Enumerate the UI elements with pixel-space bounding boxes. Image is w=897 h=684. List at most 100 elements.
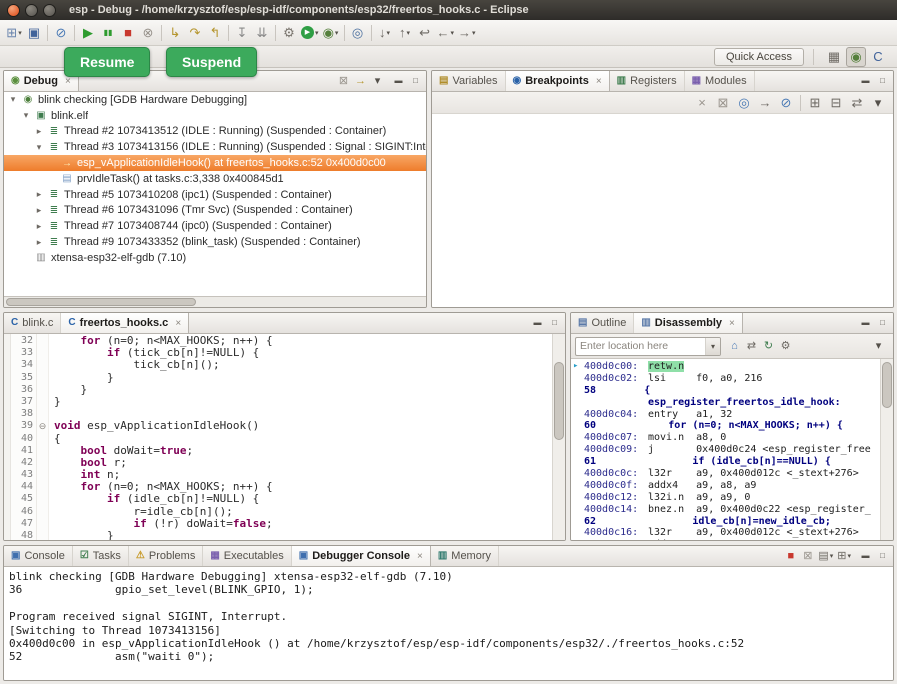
- use-step-filters-icon[interactable]: →: [352, 72, 369, 90]
- tab-memory[interactable]: ▥Memory: [431, 546, 499, 566]
- tab-blink-c[interactable]: Cblink.c: [4, 313, 61, 333]
- maximize-panel-button[interactable]: □: [874, 314, 891, 332]
- code-area[interactable]: for (n=0; n<MAX_HOOKS; n++) { if (tick_c…: [49, 334, 552, 540]
- tab-variables[interactable]: ▤Variables: [432, 71, 506, 91]
- window-maximize-button[interactable]: [43, 4, 56, 17]
- open-console-icon[interactable]: ⊞▾: [835, 547, 853, 565]
- code-line[interactable]: void esp_vApplicationIdleHook(): [54, 420, 552, 432]
- step-over-icon[interactable]: ↷: [185, 23, 205, 43]
- line-number[interactable]: 48: [11, 530, 33, 540]
- refresh-icon[interactable]: ↻: [760, 337, 777, 355]
- line-number[interactable]: 41: [11, 445, 33, 457]
- tree-collapsed-arrow-icon[interactable]: ▸: [34, 237, 44, 248]
- line-number[interactable]: 34: [11, 359, 33, 371]
- home-icon[interactable]: ⌂: [726, 337, 743, 355]
- tree-collapsed-arrow-icon[interactable]: ▸: [34, 189, 44, 200]
- scrollbar-thumb[interactable]: [882, 362, 892, 408]
- tree-collapsed-arrow-icon[interactable]: ▸: [34, 126, 44, 137]
- debug-tree-item[interactable]: ▥xtensa-esp32-elf-gdb (7.10): [4, 250, 426, 266]
- drop-to-frame-icon[interactable]: ↧: [232, 23, 252, 43]
- tree-expanded-arrow-icon[interactable]: ▾: [34, 142, 44, 153]
- debug-tree-item[interactable]: ▾▣blink.elf: [4, 108, 426, 124]
- skip-all-breakpoints-icon[interactable]: ⊘: [776, 93, 796, 113]
- search-icon[interactable]: ◎: [348, 23, 368, 43]
- forward-icon[interactable]: →▾: [456, 23, 478, 43]
- settings-icon[interactable]: ⚙: [777, 337, 794, 355]
- disassembly-row[interactable]: 400d0c04:entry a1, 32: [584, 409, 880, 421]
- line-number[interactable]: 44: [11, 481, 33, 493]
- view-menu-icon[interactable]: ▾: [369, 72, 386, 90]
- line-number[interactable]: 35: [11, 372, 33, 384]
- code-line[interactable]: bool r;: [54, 457, 552, 469]
- line-number[interactable]: 33: [11, 347, 33, 359]
- code-line[interactable]: tick_cb[n]();: [54, 359, 552, 371]
- tab-close-icon[interactable]: ×: [175, 318, 181, 329]
- suspend-icon[interactable]: ▮▮: [98, 23, 118, 43]
- perspective-debug-button[interactable]: ◉: [846, 47, 866, 67]
- tree-collapsed-arrow-icon[interactable]: ▸: [34, 221, 44, 232]
- code-line[interactable]: if (idle_cb[n]!=NULL) {: [54, 493, 552, 505]
- show-breakpoints-supported-icon[interactable]: ◎: [734, 93, 754, 113]
- location-dropdown-icon[interactable]: ▾: [705, 338, 720, 355]
- last-edit-location-icon[interactable]: ↩: [415, 23, 435, 43]
- line-number[interactable]: 47: [11, 518, 33, 530]
- window-close-button[interactable]: [7, 4, 20, 17]
- terminate-icon[interactable]: ■: [118, 23, 138, 43]
- tab-problems[interactable]: ⚠Problems: [129, 546, 203, 566]
- line-number[interactable]: 39: [11, 420, 33, 432]
- tab-disassembly[interactable]: ▥Disassembly×: [634, 313, 743, 333]
- new-wizard-icon[interactable]: ⊞▾: [4, 23, 24, 43]
- terminate-icon[interactable]: ■: [782, 547, 799, 565]
- disassembly-row[interactable]: 400d0c07:movi.n a8, 0: [584, 432, 880, 444]
- code-line[interactable]: bool doWait=true;: [54, 445, 552, 457]
- perspective-cpp-button[interactable]: C: [868, 47, 888, 67]
- minimize-panel-button[interactable]: ▬: [857, 547, 874, 565]
- tab-registers[interactable]: ▥Registers: [610, 71, 685, 91]
- line-number[interactable]: 46: [11, 506, 33, 518]
- view-menu-icon[interactable]: ▾: [870, 337, 887, 355]
- line-number[interactable]: 38: [11, 408, 33, 420]
- disassembly-row[interactable]: 62 idle_cb[n]=new_idle_cb;: [584, 516, 880, 528]
- disassembly-row[interactable]: 400d0c09:j 0x400d0c24 <esp_register_free: [584, 444, 880, 456]
- open-perspective-button[interactable]: ▦: [824, 47, 844, 67]
- code-line[interactable]: }: [54, 372, 552, 384]
- link-with-debug-view-icon[interactable]: ⇄: [847, 93, 867, 113]
- disassembly-row[interactable]: 400d0c12:l32i.n a9, a9, 0: [584, 492, 880, 504]
- scrollbar-thumb[interactable]: [554, 362, 564, 440]
- tab-console[interactable]: ▣Console: [4, 546, 73, 566]
- disassembly-vertical-scrollbar[interactable]: [880, 359, 893, 540]
- disassembly-row[interactable]: 60 for (n=0; n<MAX_HOOKS; n++) {: [584, 420, 880, 432]
- maximize-panel-button[interactable]: □: [546, 314, 563, 332]
- display-selected-console-icon[interactable]: ▤▾: [816, 547, 835, 565]
- line-number[interactable]: 36: [11, 384, 33, 396]
- next-annotation-icon[interactable]: ↓▾: [375, 23, 395, 43]
- debug-tree-item[interactable]: ▾◉blink checking [GDB Hardware Debugging…: [4, 92, 426, 108]
- line-number[interactable]: 40: [11, 433, 33, 445]
- debug-tree-item[interactable]: ▸≣Thread #2 1073413512 (IDLE : Running) …: [4, 124, 426, 140]
- disassembly-row[interactable]: 400d0c0c:l32r a9, 0x400d012c <_stext+276…: [584, 468, 880, 480]
- code-line[interactable]: }: [54, 530, 552, 540]
- remove-all-terminated-icon[interactable]: ⊠: [335, 72, 352, 90]
- disassembly-row[interactable]: 400d0c0f:addx4 a9, a8, a9: [584, 480, 880, 492]
- tree-expanded-arrow-icon[interactable]: ▾: [8, 94, 18, 105]
- debug-tree-item[interactable]: ▸≣Thread #5 1073410208 (ipc1) (Suspended…: [4, 187, 426, 203]
- previous-annotation-icon[interactable]: ↑▾: [395, 23, 415, 43]
- disassembly-row[interactable]: 400d0c16:l32r a9, 0x400d012c <_stext+276…: [584, 527, 880, 539]
- code-line[interactable]: {: [54, 433, 552, 445]
- debug-icon[interactable]: ◉▾: [321, 23, 341, 43]
- annotation-ruler[interactable]: [4, 334, 11, 540]
- tab-outline[interactable]: ▤Outline: [571, 313, 634, 333]
- line-number[interactable]: 32: [11, 335, 33, 347]
- maximize-panel-button[interactable]: □: [874, 72, 891, 90]
- skip-all-breakpoints-icon[interactable]: ⊘: [51, 23, 71, 43]
- remove-breakpoint-icon[interactable]: ×: [692, 93, 712, 113]
- expand-all-icon[interactable]: ⊞: [805, 93, 825, 113]
- remove-all-terminated-launches-icon[interactable]: ⊠: [799, 547, 816, 565]
- instruction-stepping-icon[interactable]: ⇊: [252, 23, 272, 43]
- quick-access-button[interactable]: Quick Access: [714, 48, 804, 66]
- step-return-icon[interactable]: ↰: [205, 23, 225, 43]
- minimize-panel-button[interactable]: ▬: [857, 314, 874, 332]
- tab-executables[interactable]: ▦Executables: [203, 546, 291, 566]
- minimize-panel-button[interactable]: ▬: [390, 72, 407, 90]
- tree-expanded-arrow-icon[interactable]: ▾: [21, 110, 31, 121]
